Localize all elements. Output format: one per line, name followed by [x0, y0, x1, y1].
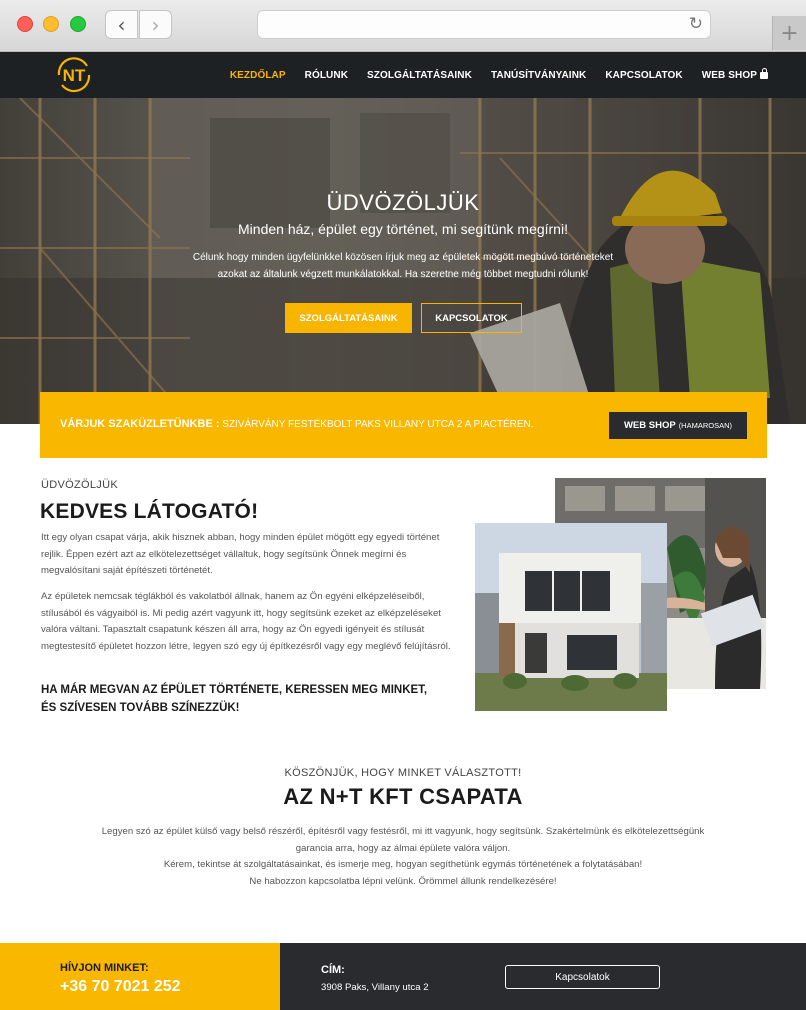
hero-text-line-1: Célunk hogy minden ügyfelünkkel közösen … — [192, 252, 614, 263]
nav-home[interactable]: KEZDŐLAP — [230, 70, 286, 81]
address-bar[interactable]: ↻ — [257, 10, 711, 39]
nav-certificates[interactable]: TANÚSÍTVÁNYAINK — [491, 70, 586, 81]
back-button[interactable]: ‹ — [105, 10, 138, 39]
reload-icon[interactable]: ↻ — [689, 14, 703, 34]
chevron-left-icon: ‹ — [117, 12, 126, 37]
services-button[interactable]: SZOLGÁLTATÁSAINK — [285, 303, 412, 333]
nav-services[interactable]: SZOLGÁLTATÁSAINK — [367, 70, 472, 81]
hero-section: ÜDVÖZÖLJÜK Minden ház, épület egy történ… — [0, 98, 806, 424]
nav-webshop-item[interactable]: WEB SHOP — [702, 67, 768, 81]
welcome-cta: HA MÁR MEGVAN AZ ÉPÜLET TÖRTÉNETE, KERES… — [41, 684, 428, 714]
address-value: 3908 Paks, Villany utca 2 — [321, 982, 429, 993]
call-label: HÍVJON MINKET: — [60, 962, 149, 974]
webshop-button-label: WEB SHOP — [623, 420, 676, 431]
welcome-paragraph-1: Itt egy olyan csapat várja, akik hisznek… — [41, 532, 440, 576]
main-nav: KEZDŐLAP RÓLUNK SZOLGÁLTATÁSAINK TANÚSÍT… — [230, 52, 768, 98]
address-label: CÍM: — [321, 964, 345, 976]
nt-logo[interactable]: NT — [53, 54, 95, 96]
plus-icon: + — [780, 20, 799, 46]
contacts-button[interactable]: KAPCSOLATOK — [421, 303, 522, 333]
team-text: Legyen szó az épület külső vagy belső ré… — [80, 824, 726, 890]
minimize-window-button[interactable] — [43, 16, 59, 32]
footer-call-panel: HÍVJON MINKET: +36 70 7021 252 — [0, 943, 280, 1010]
store-banner: VÁRJUK SZAKÜZLETÜNKBE : SZIVÁRVÁNY FESTÉ… — [40, 392, 767, 458]
hero-title: ÜDVÖZÖLJÜK — [326, 190, 480, 215]
footer-contacts-button[interactable]: Kapcsolatok — [505, 965, 660, 989]
close-window-button[interactable] — [17, 16, 33, 32]
forward-button[interactable]: › — [139, 10, 172, 39]
logo-text: NT — [63, 66, 86, 85]
welcome-title: KEDVES LÁTOGATÓ! — [40, 500, 259, 523]
hero-text-line-2: azokat az általunk végzett munkálatokkal… — [217, 269, 589, 280]
team-title: AZ N+T KFT CSAPATA — [283, 784, 523, 809]
nav-contacts[interactable]: KAPCSOLATOK — [605, 70, 682, 81]
team-eyebrow: KÖSZÖNJÜK, HOGY MINKET VÁLASZTOTT! — [284, 767, 522, 779]
maximize-window-button[interactable] — [70, 16, 86, 32]
chevron-right-icon: › — [151, 12, 160, 37]
team-text-line-3: Kérem, tekintse át szolgáltatásainkat, é… — [163, 859, 643, 870]
modern-house-image — [475, 523, 667, 711]
hero-subtitle: Minden ház, épület egy történet, mi segí… — [238, 221, 568, 237]
welcome-paragraph-2: Az épületek nemcsak téglákból és vakolat… — [41, 591, 451, 652]
hero-text: Célunk hogy minden ügyfelünkkel közösen … — [170, 249, 636, 283]
site-header: NT KEZDŐLAP RÓLUNK SZOLGÁLTATÁSAINK TANÚ… — [0, 52, 806, 98]
welcome-eyebrow: ÜDVÖZÖLJÜK — [41, 479, 118, 491]
footer-address-panel: CÍM: 3908 Paks, Villany utca 2 Kapcsolat… — [280, 943, 806, 1010]
team-text-line-1: Legyen szó az épület külső vagy belső ré… — [101, 826, 705, 837]
banner-label: VÁRJUK SZAKÜZLETÜNKBE : — [60, 418, 220, 430]
nav-webshop[interactable]: WEB SHOP — [702, 70, 757, 81]
nav-about[interactable]: RÓLUNK — [305, 70, 348, 81]
team-text-line-4: Ne habozzon kapcsolatba lépni velünk. Ör… — [249, 875, 557, 887]
shopping-bag-icon — [760, 67, 768, 79]
webshop-button-note: (HAMAROSAN) — [678, 421, 733, 430]
team-text-line-2: garancia arra, hogy az álmai épülete val… — [295, 842, 511, 854]
webshop-button[interactable]: WEB SHOP (HAMAROSAN) — [609, 412, 747, 439]
banner-text: VÁRJUK SZAKÜZLETÜNKBE : SZIVÁRVÁNY FESTÉ… — [60, 418, 534, 430]
banner-address: SZIVÁRVÁNY FESTÉKBOLT PAKS VILLANY UTCA … — [222, 419, 534, 430]
new-tab-button[interactable]: + — [772, 16, 806, 50]
phone-number[interactable]: +36 70 7021 252 — [60, 978, 181, 996]
browser-toolbar: ‹ › ↻ + — [0, 0, 806, 52]
